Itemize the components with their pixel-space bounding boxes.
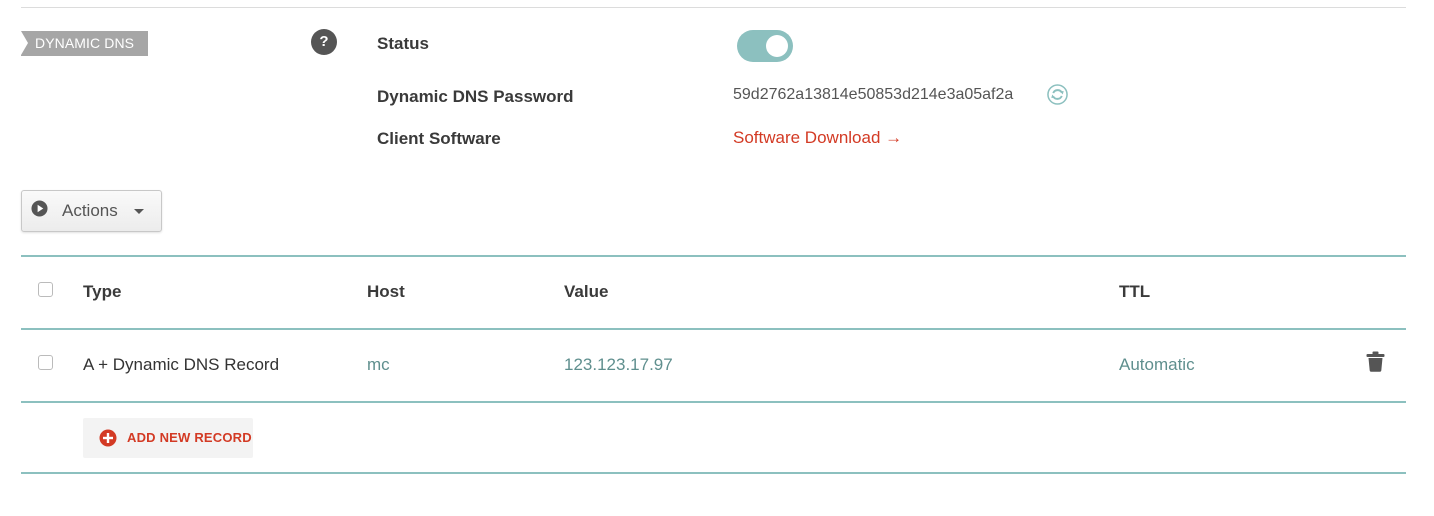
password-label: Dynamic DNS Password	[377, 87, 574, 106]
column-header-ttl: TTL	[1119, 282, 1151, 301]
play-circle-icon	[31, 200, 48, 217]
record-ttl[interactable]: Automatic	[1119, 355, 1195, 375]
column-header-value: Value	[564, 282, 609, 301]
top-divider	[21, 7, 1406, 8]
software-download-link[interactable]: Software Download →	[733, 128, 902, 148]
record-value[interactable]: 123.123.17.97	[564, 355, 673, 375]
add-new-record-button[interactable]: ADD NEW RECORD	[83, 418, 253, 458]
toggle-knob	[766, 35, 788, 57]
row-checkbox[interactable]	[38, 355, 53, 370]
status-label: Status	[377, 34, 429, 53]
section-tag: DYNAMIC DNS	[21, 31, 148, 56]
actions-button[interactable]: Actions	[21, 190, 162, 232]
select-all-checkbox[interactable]	[38, 282, 53, 297]
table-divider	[21, 328, 1406, 330]
add-new-record-label: ADD NEW RECORD	[127, 430, 252, 445]
plus-circle-icon	[99, 429, 117, 447]
trash-icon[interactable]	[1366, 351, 1385, 372]
table-divider	[21, 255, 1406, 257]
password-value: 59d2762a13814e50853d214e3a05af2a	[733, 86, 1014, 103]
column-header-type: Type	[83, 282, 122, 301]
chevron-down-icon	[134, 209, 144, 214]
status-toggle[interactable]	[737, 30, 793, 62]
client-software-label: Client Software	[377, 129, 501, 148]
table-divider	[21, 472, 1406, 474]
actions-label: Actions	[62, 201, 118, 220]
table-divider	[21, 401, 1406, 403]
refresh-icon[interactable]	[1047, 84, 1068, 105]
question-mark-icon[interactable]: ?	[311, 29, 337, 55]
record-host[interactable]: mc	[367, 355, 390, 375]
record-type: A + Dynamic DNS Record	[83, 355, 280, 374]
column-header-host: Host	[367, 282, 405, 301]
